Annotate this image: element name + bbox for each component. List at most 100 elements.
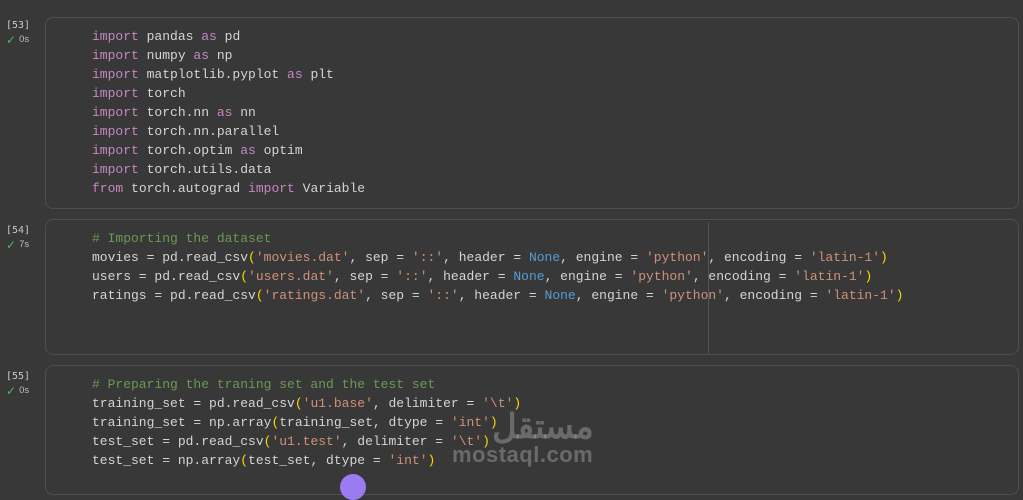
code-token: pandas [138, 29, 202, 44]
code-token: import [92, 162, 139, 177]
code-token: # Importing the dataset [92, 231, 272, 246]
code-token: 'u1.base' [302, 396, 373, 411]
code-token: '::' [411, 250, 444, 265]
code-line: movies = pd.read_csv('movies.dat', sep =… [92, 248, 903, 267]
code-token: 'movies.dat' [255, 250, 350, 265]
code-token: torch.utils.data [138, 162, 272, 177]
code-token: as [240, 143, 256, 158]
code-token: import [92, 86, 139, 101]
code-token: numpy [138, 48, 194, 63]
code-line: from torch.autograd import Variable [92, 179, 365, 198]
code-token: , encoding = [724, 288, 826, 303]
code-editor[interactable]: # Importing the dataset movies = pd.read_… [92, 229, 903, 305]
cell-gutter-53: [53] ✓ 0s [6, 20, 31, 47]
code-token: 'latin-1' [809, 250, 881, 265]
code-token: None [528, 250, 561, 265]
code-token: 'python' [645, 250, 709, 265]
execution-count: [53] [6, 20, 31, 31]
code-line: import torch.nn as nn [92, 103, 365, 122]
code-token: torch.optim [138, 143, 241, 158]
code-token: ratings = pd.read_csv [92, 288, 256, 303]
code-token: , sep = [349, 250, 412, 265]
code-token: ) [427, 453, 436, 468]
code-token: ( [240, 269, 249, 284]
code-token: test_set, dtype = [248, 453, 389, 468]
code-token: ( [248, 250, 256, 265]
code-token: 'python' [630, 269, 693, 284]
code-cell[interactable]: # Importing the dataset movies = pd.read_… [45, 219, 1019, 355]
code-line: training_set = pd.read_csv('u1.base', de… [92, 394, 521, 413]
cell-gutter-54: [54] ✓ 7s [6, 225, 31, 252]
code-token: training_set = np.array [92, 415, 272, 430]
run-status: ✓ 0s [6, 383, 30, 398]
code-token: 'u1.test' [271, 434, 342, 449]
watermark-logo: مستقل mostaql.com [452, 408, 594, 467]
code-token: ( [240, 453, 249, 468]
code-token: , header = [458, 288, 545, 303]
code-line: # Preparing the traning set and the test… [92, 375, 521, 394]
execution-count: [55] [6, 371, 31, 382]
code-token: plt [302, 67, 334, 82]
code-editor[interactable]: import pandas as pd import numpy as np imp… [92, 27, 365, 198]
code-line: import torch.utils.data [92, 160, 365, 179]
code-token: ( [255, 288, 264, 303]
code-token: torch.nn [138, 105, 217, 120]
code-token: # Preparing the traning set and the test… [92, 377, 436, 392]
code-token: torch.nn.parallel [138, 124, 280, 139]
code-token: 'ratings.dat' [263, 288, 366, 303]
run-status: ✓ 7s [6, 237, 30, 252]
code-line: import numpy as np [92, 46, 365, 65]
editor-ruler [708, 222, 709, 354]
code-token: '::' [427, 288, 459, 303]
code-token: , engine = [575, 288, 662, 303]
code-token: pd [216, 29, 241, 44]
code-token: as [193, 48, 210, 63]
code-token: , encoding = [708, 250, 810, 265]
code-token: import [92, 29, 139, 44]
code-token: matplotlib.pyplot [138, 67, 288, 82]
code-line: users = pd.read_csv('users.dat', sep = '… [92, 267, 903, 286]
run-status: ✓ 0s [6, 32, 30, 47]
check-icon: ✓ [6, 383, 17, 398]
code-token: test_set = np.array [92, 453, 241, 468]
code-token: , delimiter = [341, 434, 451, 449]
code-line: import matplotlib.pyplot as plt [92, 65, 365, 84]
code-token: 'users.dat' [248, 269, 334, 284]
code-line: import torch.nn.parallel [92, 122, 365, 141]
code-token: as [201, 29, 217, 44]
code-token: 'python' [661, 288, 724, 303]
code-token: as [287, 67, 303, 82]
code-token: torch.autograd [123, 181, 249, 196]
code-token: test_set = pd.read_csv [92, 434, 264, 449]
code-token: import [92, 67, 139, 82]
code-token: np [209, 48, 233, 63]
code-token: , header = [427, 269, 514, 284]
code-line: import torch.optim as optim [92, 141, 365, 160]
code-token: import [92, 48, 139, 63]
code-token: 'latin-1' [825, 288, 896, 303]
execution-count: [54] [6, 225, 31, 236]
code-token: 'int' [388, 453, 428, 468]
code-token: users = pd.read_csv [92, 269, 241, 284]
code-token: from [92, 181, 124, 196]
code-token: import [92, 143, 139, 158]
code-token: training_set, dtype = [279, 415, 451, 430]
code-cell[interactable]: import pandas as pd import numpy as np imp… [45, 17, 1019, 209]
code-token: import [248, 181, 295, 196]
code-token: Variable [294, 181, 366, 196]
code-token: None [544, 288, 576, 303]
code-token: as [216, 105, 233, 120]
code-token: ( [294, 396, 303, 411]
code-token: , sep = [333, 269, 397, 284]
code-line: import pandas as pd [92, 27, 365, 46]
code-token: , sep = [365, 288, 428, 303]
code-token: 'latin-1' [794, 269, 865, 284]
check-icon: ✓ [6, 237, 17, 252]
code-token: training_set = pd.read_csv [92, 396, 295, 411]
code-line: import torch [92, 84, 365, 103]
code-token: '::' [396, 269, 428, 284]
check-icon: ✓ [6, 32, 17, 47]
code-token: torch [138, 86, 186, 101]
code-token: import [92, 124, 139, 139]
code-token: movies = pd.read_csv [92, 250, 249, 265]
